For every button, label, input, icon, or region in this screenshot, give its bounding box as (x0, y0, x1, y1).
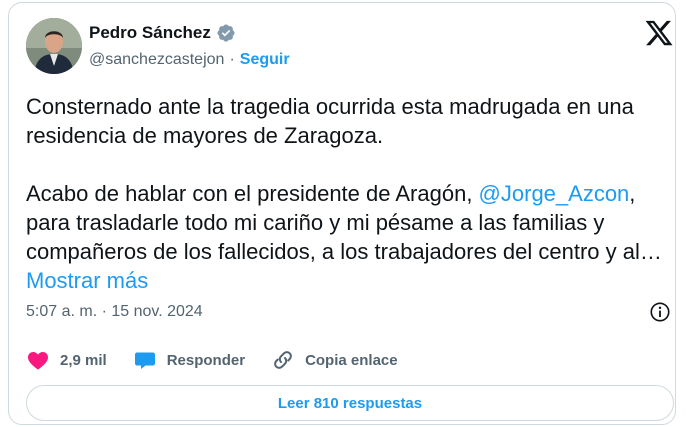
mention-link[interactable]: @Jorge_Azcon (479, 181, 630, 206)
reply-button[interactable]: Responder (133, 348, 245, 372)
copy-link-label: Copia enlace (305, 351, 398, 369)
author-name[interactable]: Pedro Sánchez (89, 23, 211, 43)
separator: · (229, 51, 235, 68)
show-more-link[interactable]: Mostrar más (26, 268, 148, 293)
tweet-text-part: Acabo de hablar con el presidente de Ara… (26, 181, 479, 206)
like-button[interactable]: 2,9 mil (26, 348, 107, 372)
action-bar: 2,9 mil Responder Copia enlace (26, 348, 424, 372)
tweet-text: Consternado ante la tragedia ocurrida es… (26, 92, 674, 295)
author-handle[interactable]: @sanchezcastejon (89, 51, 224, 69)
reply-label: Responder (166, 351, 246, 369)
reply-bubble-icon (134, 352, 155, 369)
author-row: Pedro Sánchez (89, 23, 236, 43)
heart-icon (28, 352, 48, 370)
link-icon (274, 351, 292, 369)
avatar[interactable] (26, 18, 82, 74)
x-logo-icon[interactable] (644, 18, 674, 48)
verified-badge-icon (217, 24, 235, 42)
info-icon[interactable] (649, 301, 671, 323)
copy-link-button[interactable]: Copia enlace (271, 348, 398, 372)
tweet-paragraph-1: Consternado ante la tragedia ocurrida es… (26, 94, 634, 148)
timestamp[interactable]: 5:07 a. m. · 15 nov. 2024 (26, 303, 203, 321)
tweet-paragraph-2: Acabo de hablar con el presidente de Ara… (26, 179, 674, 295)
read-replies-button[interactable]: Leer 810 respuestas (26, 385, 674, 421)
follow-button[interactable]: Seguir (240, 51, 290, 69)
avatar-photo (26, 18, 82, 74)
handle-row: @sanchezcastejon · Seguir (89, 51, 290, 69)
likes-count: 2,9 mil (60, 351, 107, 369)
